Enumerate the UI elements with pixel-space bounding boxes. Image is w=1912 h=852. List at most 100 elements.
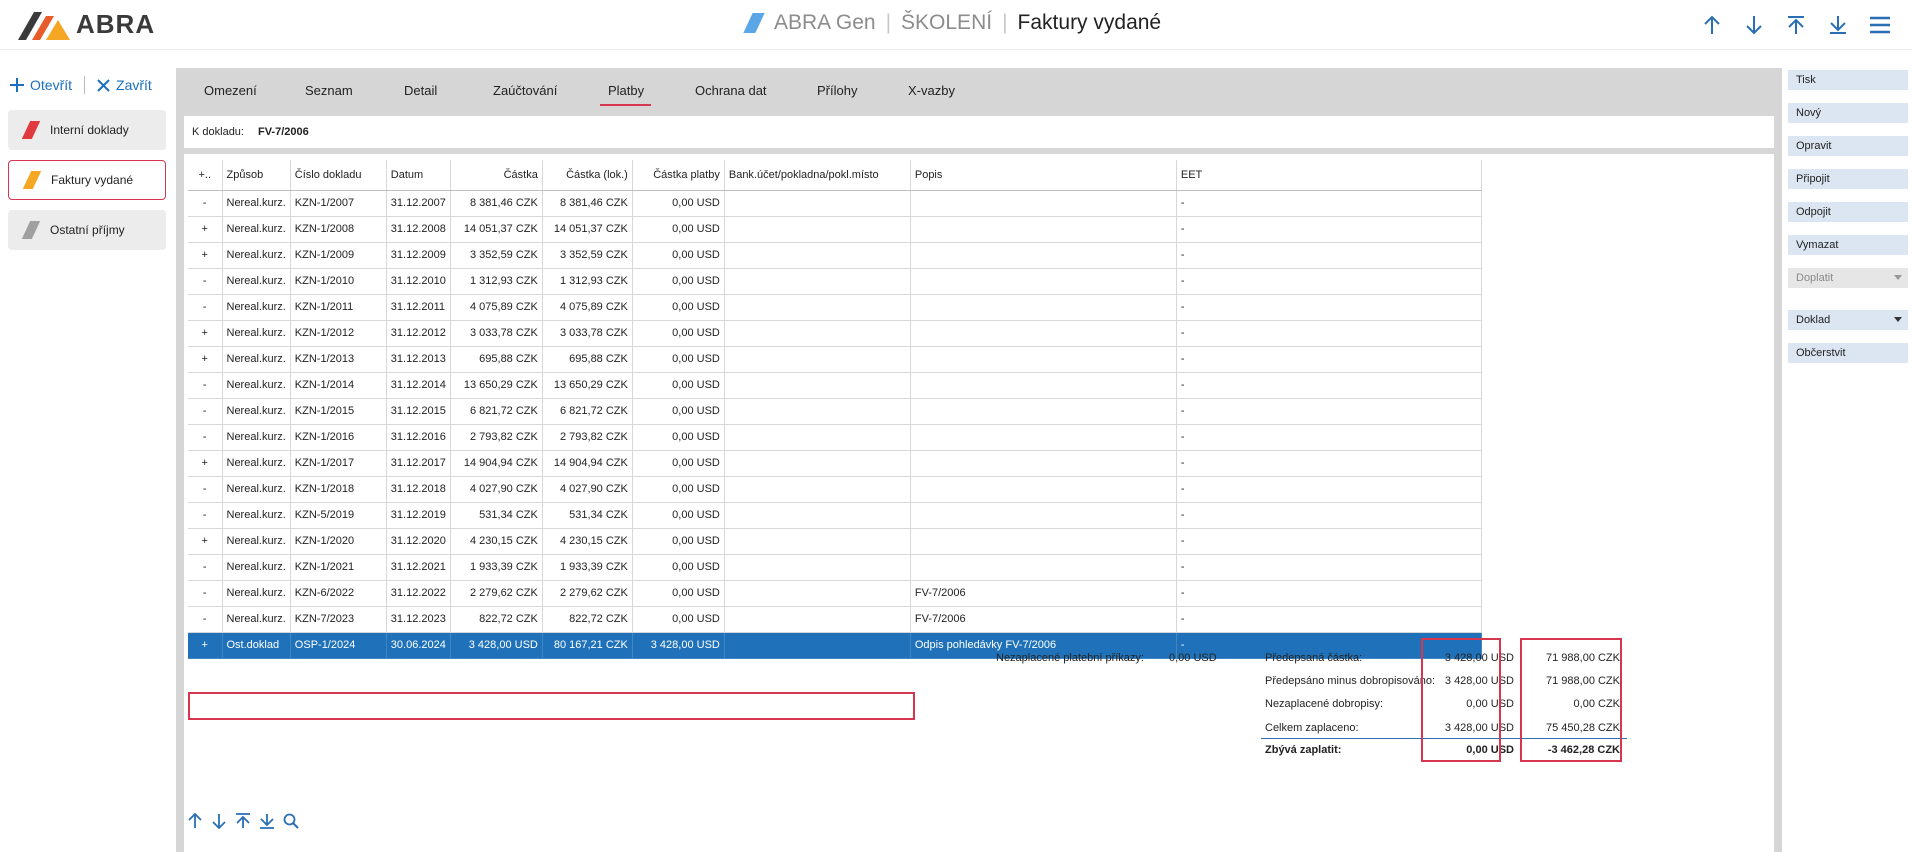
refresh-button[interactable]: Občerstvit <box>1788 343 1908 363</box>
column-header[interactable]: Částka <box>450 160 543 191</box>
document-number-cell: KZN-1/2007 <box>290 190 387 217</box>
grid-last-button[interactable] <box>258 812 276 830</box>
last-record-button[interactable] <box>1826 12 1850 38</box>
previous-record-button[interactable] <box>1700 12 1724 38</box>
tab-ochrana-dat[interactable]: Ochrana dat <box>695 83 767 98</box>
sidebar-item-ostatni-prijmy[interactable]: Ostatní příjmy <box>8 210 166 250</box>
column-header[interactable]: +.. <box>188 160 223 191</box>
table-row[interactable]: + Nereal.kurz. KZN-1/2008 31.12.2008 14 051,… <box>188 216 1482 243</box>
document-dropdown[interactable]: Doklad <box>1788 310 1908 330</box>
detach-button[interactable]: Odpojit <box>1788 202 1908 222</box>
open-label: Otevřít <box>30 77 73 93</box>
table-row[interactable]: + Nereal.kurz. KZN-1/2012 31.12.2012 3 033,7… <box>188 320 1482 347</box>
new-button[interactable]: Nový <box>1788 103 1908 123</box>
date-cell: 31.12.2012 <box>386 320 451 347</box>
table-row[interactable]: - Nereal.kurz. KZN-7/2023 31.12.2023 822,72 … <box>188 606 1482 633</box>
summary-usd-remaining: 0,00 USD <box>1466 744 1514 756</box>
tab-zauctovani[interactable]: Zaúčtování <box>493 83 557 98</box>
attach-button[interactable]: Připojit <box>1788 169 1908 189</box>
table-row[interactable]: - Nereal.kurz. KZN-1/2018 31.12.2018 4 027,9… <box>188 476 1482 503</box>
grid-first-button[interactable] <box>234 812 252 830</box>
close-button[interactable]: Zavřít <box>97 77 152 93</box>
eet-cell: - <box>1176 320 1482 347</box>
sidebar-item-faktury-vydane[interactable]: Faktury vydané <box>8 160 166 200</box>
sign-cell: + <box>188 346 223 373</box>
reference-value: FV-7/2006 <box>257 126 309 138</box>
payment-amount-cell: 0,00 USD <box>632 242 725 269</box>
column-header[interactable]: Způsob <box>222 160 291 191</box>
column-header[interactable]: Bank.účet/pokladna/pokl.místo <box>724 160 911 191</box>
account-cell <box>724 580 911 607</box>
description-cell <box>910 424 1177 451</box>
sidebar-item-label: Faktury vydané <box>51 173 134 187</box>
sign-cell: + <box>188 320 223 347</box>
table-row[interactable]: - Nereal.kurz. KZN-1/2007 31.12.2007 8 381,4… <box>188 190 1482 217</box>
description-cell <box>910 268 1177 295</box>
grid-search-button[interactable] <box>282 812 300 830</box>
summary-divider <box>1261 738 1627 739</box>
chevron-down-icon <box>1894 317 1902 322</box>
arrow-to-bottom-icon <box>260 814 274 829</box>
method-cell: Nereal.kurz. <box>222 242 291 269</box>
print-button[interactable]: Tisk <box>1788 70 1908 90</box>
amount-cell: 4 075,89 CZK <box>450 294 543 321</box>
table-row[interactable]: - Nereal.kurz. KZN-1/2014 31.12.2014 13 650,… <box>188 372 1482 399</box>
column-header[interactable]: EET <box>1176 160 1482 191</box>
tab-omezeni[interactable]: Omezení <box>204 83 257 98</box>
column-header[interactable]: Datum <box>386 160 451 191</box>
menu-button[interactable] <box>1868 12 1892 38</box>
table-row[interactable]: - Nereal.kurz. KZN-6/2022 31.12.2022 2 279,6… <box>188 580 1482 607</box>
column-header[interactable]: Číslo dokladu <box>290 160 387 191</box>
top-bar: ABRA ABRA Gen | ŠKOLENÍ | Faktury vydané <box>0 0 1912 50</box>
table-row[interactable]: - Nereal.kurz. KZN-5/2019 31.12.2019 531,34 … <box>188 502 1482 529</box>
column-header[interactable]: Částka platby <box>632 160 725 191</box>
document-number-cell: KZN-5/2019 <box>290 502 387 529</box>
close-icon <box>97 78 110 92</box>
module-color-icon <box>21 121 41 139</box>
amount-cell: 3 428,00 USD <box>450 632 543 659</box>
amount-cell: 3 352,59 CZK <box>450 242 543 269</box>
tab-prilohy[interactable]: Přílohy <box>817 83 857 98</box>
first-record-button[interactable] <box>1784 12 1808 38</box>
tab-detail[interactable]: Detail <box>404 83 437 98</box>
delete-button[interactable]: Vymazat <box>1788 235 1908 255</box>
table-row[interactable]: - Nereal.kurz. KZN-1/2011 31.12.2011 4 075,8… <box>188 294 1482 321</box>
table-row[interactable]: - Nereal.kurz. KZN-1/2010 31.12.2010 1 312,9… <box>188 268 1482 295</box>
table-row[interactable]: - Nereal.kurz. KZN-1/2016 31.12.2016 2 793,8… <box>188 424 1482 451</box>
date-cell: 31.12.2013 <box>386 346 451 373</box>
date-cell: 31.12.2007 <box>386 190 451 217</box>
account-cell <box>724 190 911 217</box>
amount-local-cell: 14 051,37 CZK <box>542 216 633 243</box>
tab-seznam[interactable]: Seznam <box>305 83 353 98</box>
sign-cell: + <box>188 528 223 555</box>
grid-up-button[interactable] <box>186 812 204 830</box>
open-button[interactable]: Otevřít <box>10 77 72 93</box>
payment-amount-cell: 0,00 USD <box>632 398 725 425</box>
date-cell: 31.12.2017 <box>386 450 451 477</box>
tab-platby[interactable]: Platby <box>600 83 652 106</box>
sign-cell: - <box>188 476 223 503</box>
sidebar-item-interni-doklady[interactable]: Interní doklady <box>8 110 166 150</box>
table-row[interactable]: - Nereal.kurz. KZN-1/2015 31.12.2015 6 821,7… <box>188 398 1482 425</box>
account-cell <box>724 554 911 581</box>
tab-x-vazby[interactable]: X-vazby <box>908 83 955 98</box>
pay-remaining-dropdown[interactable]: Doplatit <box>1788 268 1908 288</box>
amount-cell: 14 051,37 CZK <box>450 216 543 243</box>
table-row[interactable]: - Nereal.kurz. KZN-1/2021 31.12.2021 1 933,3… <box>188 554 1482 581</box>
sign-cell: - <box>188 372 223 399</box>
table-row[interactable]: + Nereal.kurz. KZN-1/2020 31.12.2020 4 230,1… <box>188 528 1482 555</box>
document-number-cell: OSP-1/2024 <box>290 632 387 659</box>
document-number-cell: KZN-1/2009 <box>290 242 387 269</box>
table-row[interactable]: + Nereal.kurz. KZN-1/2013 31.12.2013 695,88 … <box>188 346 1482 373</box>
table-row[interactable]: + Nereal.kurz. KZN-1/2017 31.12.2017 14 904,… <box>188 450 1482 477</box>
amount-cell: 6 821,72 CZK <box>450 398 543 425</box>
account-cell <box>724 294 911 321</box>
grid-down-button[interactable] <box>210 812 228 830</box>
column-header[interactable]: Částka (lok.) <box>542 160 633 191</box>
edit-button[interactable]: Opravit <box>1788 136 1908 156</box>
date-cell: 31.12.2011 <box>386 294 451 321</box>
column-header[interactable]: Popis <box>910 160 1177 191</box>
action-label: Odpojit <box>1796 206 1831 218</box>
next-record-button[interactable] <box>1742 12 1766 38</box>
table-row[interactable]: + Nereal.kurz. KZN-1/2009 31.12.2009 3 352,5… <box>188 242 1482 269</box>
